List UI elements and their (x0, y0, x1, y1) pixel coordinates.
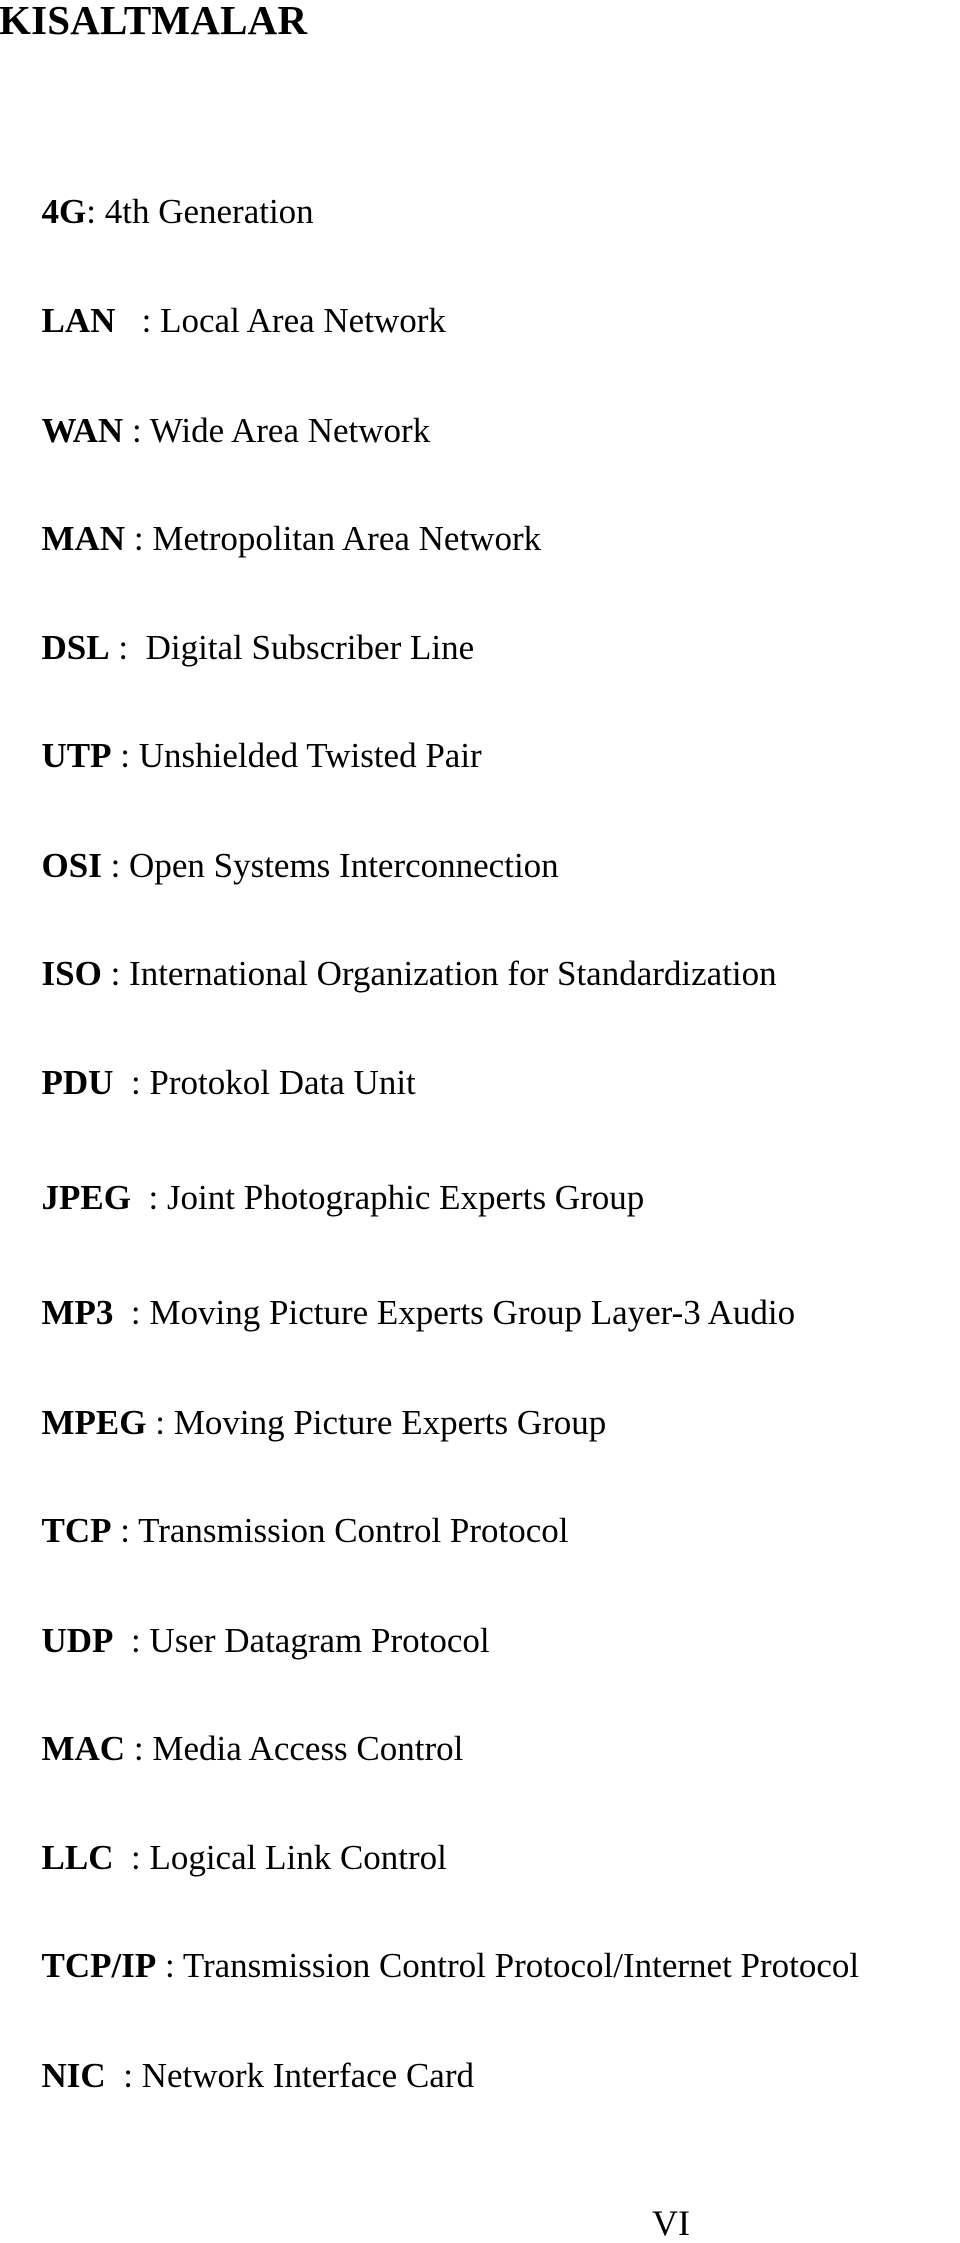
abbreviation: MP3 (41, 1293, 114, 1332)
abbreviation: OSI (41, 846, 102, 885)
abbreviation: DSL (41, 628, 110, 667)
abbreviation: JPEG (41, 1178, 131, 1217)
abbreviation: NIC (41, 2056, 106, 2095)
separator: : (146, 1403, 174, 1442)
separator: : (113, 1621, 150, 1660)
abbreviation-definition: Unshielded Twisted Pair (138, 736, 482, 775)
abbreviation-definition: Digital Subscriber Line (145, 628, 475, 667)
abbreviation-definition: Moving Picture Experts Group (173, 1403, 607, 1442)
abbreviation-entry: WAN : Wide Area Network (24, 371, 431, 450)
separator: : (111, 736, 139, 775)
abbreviation-definition: Moving Picture Experts Group Layer-3 Aud… (149, 1293, 796, 1332)
separator: : (101, 846, 130, 885)
abbreviation: ISO (41, 954, 102, 993)
abbreviation-entry: JPEG : Joint Photographic Experts Group (24, 1138, 645, 1217)
abbreviation: WAN (41, 411, 124, 450)
abbreviation: TCP (41, 1511, 112, 1550)
abbreviation-definition: Network Interface Card (141, 2056, 475, 2095)
page-number: VI (652, 2203, 690, 2243)
abbreviation-entry: UDP : User Datagram Protocol (24, 1581, 490, 1660)
abbreviation-definition: Media Access Control (152, 1729, 464, 1768)
abbreviation: LAN (41, 301, 116, 340)
abbreviation: UTP (41, 736, 112, 775)
separator: : (111, 1511, 139, 1550)
separator: : (125, 1729, 153, 1768)
separator: : (101, 954, 130, 993)
abbreviation-definition: Transmission Control Protocol (138, 1511, 569, 1550)
separator: : (109, 628, 146, 667)
abbreviation-entry: TCP/IP : Transmission Control Protocol/I… (24, 1906, 860, 1985)
abbreviation-definition: Protokol Data Unit (149, 1063, 416, 1102)
abbreviation-entry: UTP : Unshielded Twisted Pair (24, 696, 482, 775)
abbreviation-entry: DSL : Digital Subscriber Line (24, 588, 475, 667)
abbreviation-entry: OSI : Open Systems Interconnection (24, 806, 559, 885)
abbreviation-definition: Transmission Control Protocol/Internet P… (182, 1946, 860, 1985)
abbreviation-definition: Metropolitan Area Network (152, 519, 542, 558)
abbreviation-entry: PDU : Protokol Data Unit (24, 1023, 416, 1102)
abbreviation-entry: NIC : Network Interface Card (24, 2016, 475, 2095)
abbreviation-entry: LAN : Local Area Network (24, 261, 446, 340)
abbreviation-definition: Logical Link Control (149, 1838, 447, 1877)
abbreviation-entry: ISO : International Organization for Sta… (24, 914, 777, 993)
abbreviation-definition: Wide Area Network (149, 411, 431, 450)
abbreviation-entry: LLC : Logical Link Control (24, 1798, 447, 1877)
abbreviation: TCP/IP (41, 1946, 157, 1985)
separator: : (105, 2056, 142, 2095)
abbreviation: MAN (41, 519, 126, 558)
separator: : (130, 1178, 167, 1217)
abbreviation: MPEG (41, 1403, 147, 1442)
abbreviation-entry: 4G: 4th Generation (24, 152, 314, 231)
abbreviation-definition: User Datagram Protocol (149, 1621, 490, 1660)
abbreviation: MAC (41, 1729, 126, 1768)
abbreviation-definition: Open Systems Interconnection (129, 846, 559, 885)
abbreviation-entry: MAN : Metropolitan Area Network (24, 479, 542, 558)
separator: : (115, 301, 161, 340)
abbreviation-definition: International Organization for Standardi… (129, 954, 777, 993)
abbreviation: 4G (41, 192, 87, 231)
separator: : (125, 519, 153, 558)
abbreviation-definition: Joint Photographic Experts Group (166, 1178, 645, 1217)
abbreviation: PDU (41, 1063, 114, 1102)
abbreviation: LLC (41, 1838, 114, 1877)
separator: : (113, 1838, 150, 1877)
abbreviation: UDP (41, 1621, 114, 1660)
separator: : (86, 192, 105, 231)
separator: : (123, 411, 150, 450)
abbreviation-entry: TCP : Transmission Control Protocol (24, 1471, 569, 1550)
separator: : (113, 1293, 150, 1332)
abbreviation-entry: MPEG : Moving Picture Experts Group (24, 1363, 607, 1442)
abbreviation-definition: Local Area Network (160, 301, 446, 340)
abbreviation-entry: MP3 : Moving Picture Experts Group Layer… (24, 1253, 796, 1332)
abbreviation-definition: 4th Generation (104, 192, 314, 231)
page-title: KISALTMALAR (0, 0, 308, 43)
abbreviation-entry: MAC : Media Access Control (24, 1689, 464, 1768)
separator: : (156, 1946, 183, 1985)
separator: : (113, 1063, 150, 1102)
